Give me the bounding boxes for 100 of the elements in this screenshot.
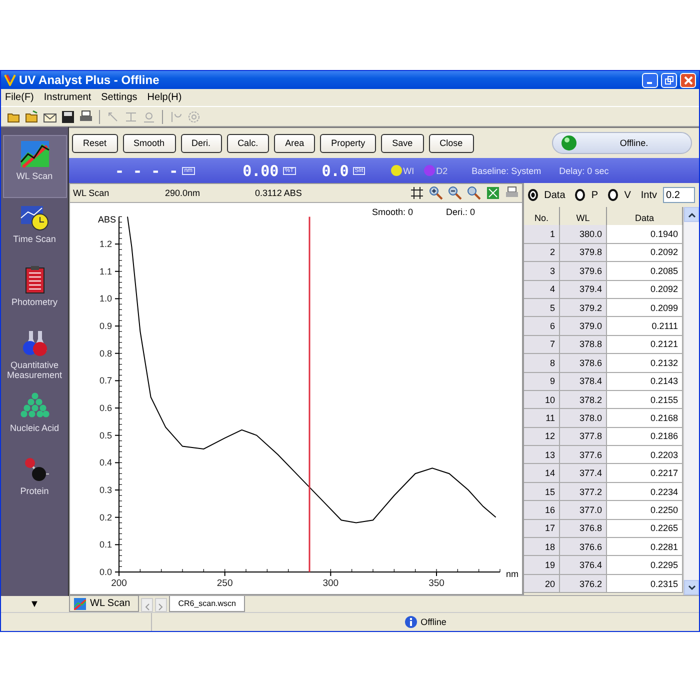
table-cell: 378.6: [560, 354, 607, 373]
scroll-down-button[interactable]: ▼: [0, 596, 68, 612]
table-cell: 13: [524, 446, 560, 464]
zoom-in-icon[interactable]: [429, 186, 443, 200]
y-axis-title: ABS: [98, 214, 116, 225]
slit-readout: 0.0: [322, 162, 349, 180]
view-tab[interactable]: WL Scan: [69, 595, 140, 612]
printer-icon[interactable]: [505, 186, 519, 200]
action-button[interactable]: Close: [428, 134, 474, 152]
table-cell: 0.2203: [607, 446, 683, 464]
action-button[interactable]: Property: [320, 134, 376, 152]
minimize-button[interactable]: [642, 72, 658, 88]
zoom-icon[interactable]: [467, 186, 481, 200]
table-cell: 4: [524, 280, 560, 299]
table-cell: 3: [524, 262, 560, 281]
table-cell: 18: [524, 538, 560, 556]
interval-label: Intv: [640, 190, 658, 200]
restore-icon: [664, 76, 674, 84]
smooth-label: Smooth: 0: [372, 207, 414, 217]
sidebar-item[interactable]: Quantitative Measurement: [2, 324, 66, 387]
app-logo-icon: [4, 74, 16, 86]
action-button[interactable]: Reset: [72, 134, 118, 152]
lamp-label: D2: [436, 166, 448, 176]
table-cell: 376.6: [560, 538, 607, 556]
scroll-up-button[interactable]: [684, 207, 699, 222]
scroll-down-button[interactable]: [684, 580, 699, 595]
tick-label: 0.3: [99, 485, 112, 495]
table-cell: 8: [524, 354, 560, 373]
sidebar-item[interactable]: Photometry: [2, 261, 66, 324]
chart-clock-icon: [20, 203, 50, 231]
tick-label: 250: [216, 578, 233, 589]
sidebar-item[interactable]: WL Scan: [2, 135, 66, 198]
table-cell: 16: [524, 501, 560, 520]
table-cell: 10: [524, 390, 560, 410]
sidebar-item[interactable]: Nucleic Acid: [2, 387, 66, 450]
table-cell: 377.2: [560, 482, 607, 502]
table-cell: 0.2155: [607, 390, 683, 410]
table-cell: 11: [524, 409, 560, 428]
action-button[interactable]: Area: [274, 134, 316, 152]
table-cell: 378.8: [560, 336, 607, 354]
action-button[interactable]: Smooth: [122, 134, 176, 152]
menu-item[interactable]: Help(H): [147, 92, 182, 103]
spectrum-chart-icon: [20, 140, 50, 168]
spreadsheet-icon[interactable]: [486, 186, 500, 200]
molecule-cluster-icon: [20, 392, 50, 420]
chart-title: WL Scan: [73, 188, 110, 198]
menu-item[interactable]: Instrument: [44, 92, 92, 103]
caret-down-icon: [688, 584, 696, 590]
table-cell: 0.2085: [607, 262, 683, 281]
table-cell: 17: [524, 520, 560, 538]
cursor-absorbance: 0.3112 ABS: [255, 188, 303, 198]
spectrum-chart-icon: [74, 598, 86, 610]
transmittance-readout: 0.00: [242, 162, 279, 180]
tick-label: 1.2: [99, 239, 112, 250]
table-cell: 376.2: [560, 574, 607, 594]
action-button[interactable]: Deri.: [180, 134, 222, 152]
menu-item[interactable]: Settings: [101, 92, 138, 103]
table-cell: 0.2234: [607, 482, 683, 502]
tick-label: 0.1: [99, 540, 112, 550]
table-cell: 377.0: [560, 501, 607, 520]
table-cell: 379.0: [560, 317, 607, 336]
baseline-label: Baseline: System: [472, 166, 542, 176]
grid-icon[interactable]: [410, 186, 424, 200]
table-cell: 0.2143: [607, 372, 683, 391]
zoom-out-icon[interactable]: [448, 186, 462, 200]
save-icon[interactable]: [61, 110, 75, 124]
radio-button[interactable]: [528, 189, 538, 201]
table-cell: 377.8: [560, 428, 607, 446]
radio-label: V: [624, 190, 631, 200]
tick-label: 200: [111, 578, 127, 589]
radio-button[interactable]: [575, 189, 586, 201]
menu-item[interactable]: File(F): [5, 92, 34, 103]
table-cell: 377.4: [560, 464, 607, 483]
radio-label: Data: [544, 190, 566, 200]
caret-up-icon: [688, 212, 696, 218]
radio-button[interactable]: [608, 189, 618, 201]
table-cell: 0.2250: [607, 501, 683, 520]
table-cell: 379.2: [560, 298, 607, 318]
table-cell: 0.2092: [607, 244, 683, 262]
delay-label: Delay: 0 sec: [559, 166, 609, 176]
document-tab[interactable]: CR6_scan.wscn: [169, 596, 246, 612]
info-icon: [404, 616, 417, 628]
cursor-wavelength: 290.0nm: [165, 188, 202, 198]
action-button[interactable]: Calc.: [226, 134, 270, 152]
printer-icon[interactable]: [79, 110, 93, 124]
sidebar-item[interactable]: Protein: [2, 450, 66, 513]
table-cell: 0.2111: [607, 317, 683, 336]
table-cell: 0.2295: [607, 556, 683, 575]
interval-field[interactable]: 0.2: [663, 187, 696, 203]
tick-label: 0.6: [99, 403, 112, 414]
table-cell: 380.0: [560, 225, 607, 244]
scrollbar[interactable]: [683, 207, 699, 595]
close-button[interactable]: [680, 72, 696, 88]
restore-button[interactable]: [661, 72, 677, 88]
table-cell: 0.2265: [607, 520, 683, 538]
sidebar-item[interactable]: Time Scan: [2, 198, 66, 261]
action-button[interactable]: Save: [381, 134, 424, 152]
table-cell: 14: [524, 464, 560, 483]
open-folder-icon[interactable]: [25, 110, 39, 124]
tick-label: 0.0: [99, 567, 112, 577]
